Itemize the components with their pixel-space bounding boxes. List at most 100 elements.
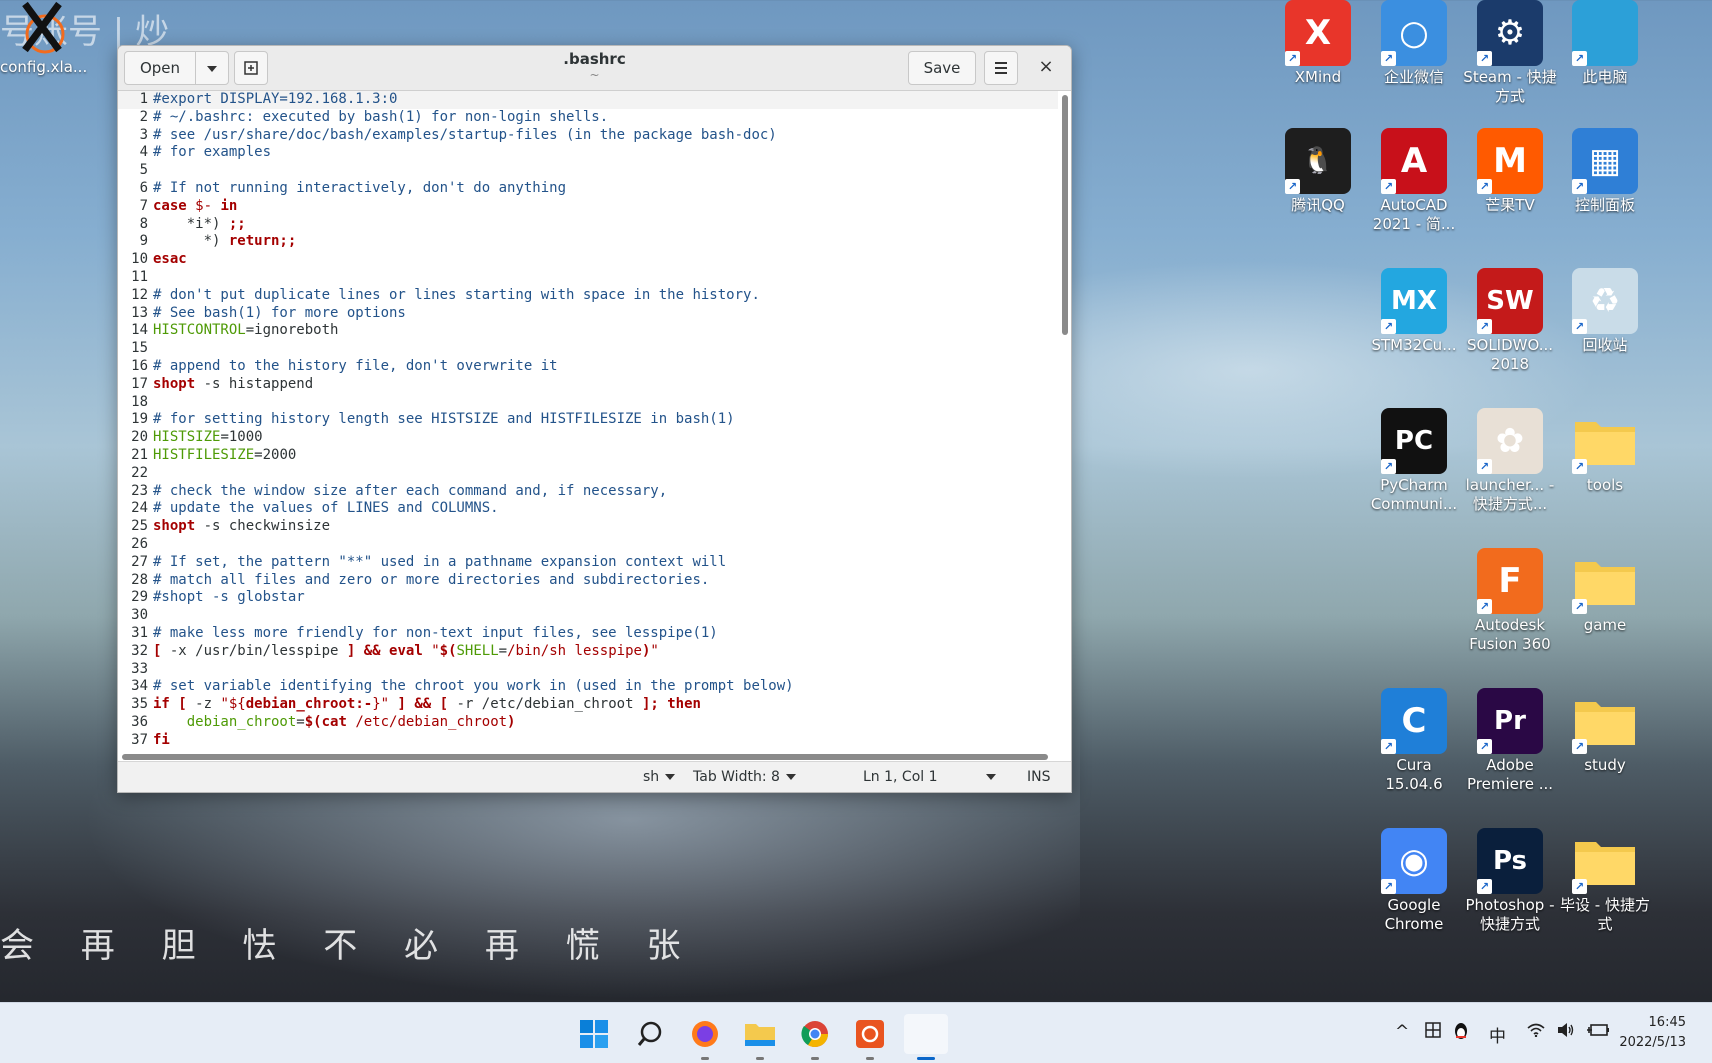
desktop-icon-qq-penguin[interactable]: 🐧 ↗ 腾讯QQ — [1270, 128, 1366, 215]
code-line[interactable]: 16 # append to the history file, don't ov… — [118, 358, 1058, 376]
horizontal-scrollbar[interactable] — [122, 754, 1048, 760]
desktop-icon-control-panel[interactable]: ▦ ↗ 控制面板 — [1557, 128, 1653, 215]
desktop-icon-folder[interactable]: ↗ tools — [1557, 408, 1653, 495]
code-line[interactable]: 2 # ~/.bashrc: executed by bash(1) for no… — [118, 109, 1058, 127]
code-line[interactable]: 14 HISTCONTROL=ignoreboth — [118, 322, 1058, 340]
desktop-icon-folder[interactable]: ↗ game — [1557, 548, 1653, 635]
taskbar-active-window[interactable] — [904, 1014, 948, 1060]
line-number: 11 — [131, 268, 148, 285]
desktop-icon-recycle-bin[interactable]: ♻ ↗ 回收站 — [1557, 268, 1653, 355]
desktop-icon-photoshop[interactable]: Ps ↗ Photoshop - 快捷方式 — [1462, 828, 1558, 934]
network-status[interactable] — [1527, 1022, 1545, 1042]
code-line[interactable]: 30 — [118, 607, 1058, 625]
code-line[interactable]: 11 — [118, 269, 1058, 287]
code-line[interactable]: 17 shopt -s histappend — [118, 376, 1058, 394]
desktop-icon-config-xlaunch[interactable]: config.xla... — [0, 0, 87, 76]
code-line[interactable]: 9 *) return;; — [118, 233, 1058, 251]
tray-overflow-chevron[interactable]: ^ — [1395, 1022, 1409, 1042]
tab-width-selector[interactable]: Tab Width: 8 — [693, 769, 796, 785]
desktop-icon-folder[interactable]: ↗ 毕设 - 快捷方式 — [1557, 828, 1653, 934]
desktop-icon-wecom[interactable]: ○ ↗ 企业微信 — [1366, 0, 1462, 87]
volume-control[interactable] — [1557, 1022, 1575, 1043]
save-button[interactable]: Save — [908, 51, 976, 85]
code-line[interactable]: 21 HISTFILESIZE=2000 — [118, 447, 1058, 465]
chevron-down-icon — [785, 774, 796, 780]
line-text: # ~/.bashrc: executed by bash(1) for non… — [153, 108, 609, 125]
code-line[interactable]: 19 # for setting history length see HISTS… — [118, 411, 1058, 429]
code-line[interactable]: 37 fi — [118, 732, 1058, 750]
desktop-icon-launcher[interactable]: ✿ ↗ launcher... - 快捷方式... — [1462, 408, 1558, 514]
desktop-icon-folder[interactable]: ↗ study — [1557, 688, 1653, 775]
code-line[interactable]: 31 # make less more friendly for non-text… — [118, 625, 1058, 643]
input-method-indicator[interactable]: 中 — [1489, 1022, 1506, 1047]
desktop-icon-autocad[interactable]: A ↗ AutoCAD 2021 - 简... — [1366, 128, 1462, 234]
code-line[interactable]: 32 [ -x /usr/bin/lesspipe ] && eval "$(SH… — [118, 643, 1058, 661]
code-line[interactable]: 4 # for examples — [118, 144, 1058, 162]
code-line[interactable]: 13 # See bash(1) for more options — [118, 305, 1058, 323]
code-line[interactable]: 1 #export DISPLAY=192.168.1.3:0 — [118, 91, 1058, 109]
desktop-icon-chrome[interactable]: ◉ ↗ Google Chrome — [1366, 828, 1462, 934]
code-line[interactable]: 5 — [118, 162, 1058, 180]
code-line[interactable]: 15 — [118, 340, 1058, 358]
code-line[interactable]: 36 debian_chroot=$(cat /etc/debian_chroo… — [118, 714, 1058, 732]
language-selector[interactable]: sh — [643, 769, 676, 785]
line-number: 37 — [131, 731, 148, 748]
desktop-icon-solidworks[interactable]: SW ↗ SOLIDWO... 2018 — [1462, 268, 1558, 374]
desktop-icon-label: PyCharm Communi... — [1370, 476, 1458, 513]
taskbar-firefox[interactable] — [685, 1014, 725, 1060]
code-line[interactable]: 22 — [118, 465, 1058, 483]
clock-time: 16:45 — [1648, 1015, 1686, 1030]
code-line[interactable]: 33 — [118, 661, 1058, 679]
line-number: 25 — [131, 518, 148, 535]
code-line[interactable]: 12 # don't put duplicate lines or lines s… — [118, 287, 1058, 305]
cursor-position-selector[interactable]: Ln 1, Col 1 — [863, 769, 996, 785]
code-line[interactable]: 28 # match all files and zero or more dir… — [118, 572, 1058, 590]
line-number: 12 — [131, 286, 148, 303]
code-line[interactable]: 8 *i*) ;; — [118, 216, 1058, 234]
line-text: HISTSIZE=1000 — [153, 429, 263, 446]
code-line[interactable]: 24 # update the values of LINES and COLUM… — [118, 500, 1058, 518]
code-line[interactable]: 6 # If not running interactively, don't d… — [118, 180, 1058, 198]
desktop-icon-xmind[interactable]: X ↗ XMind — [1270, 0, 1366, 87]
code-view[interactable]: 1 #export DISPLAY=192.168.1.3:0 2 # ~/.bash… — [118, 91, 1058, 792]
shortcut-arrow-icon: ↗ — [1381, 879, 1396, 894]
running-indicator — [701, 1057, 709, 1060]
search-button[interactable] — [630, 1014, 670, 1054]
code-line[interactable]: 25 shopt -s checkwinsize — [118, 518, 1058, 536]
desktop-icon-cura[interactable]: C ↗ Cura 15.04.6 — [1366, 688, 1462, 794]
code-line[interactable]: 23 # check the window size after each com… — [118, 483, 1058, 501]
code-line[interactable]: 27 # If set, the pattern "**" used in a p… — [118, 554, 1058, 572]
taskbar-file-explorer[interactable] — [740, 1014, 780, 1060]
tray-qq[interactable] — [1453, 1022, 1469, 1045]
code-line[interactable]: 20 HISTSIZE=1000 — [118, 429, 1058, 447]
taskbar-ubuntu[interactable] — [850, 1014, 890, 1060]
system-clock[interactable]: 16:45 2022/5/13 — [1619, 1013, 1686, 1053]
vertical-scrollbar[interactable] — [1062, 95, 1068, 335]
code-line[interactable]: 29 #shopt -s globstar — [118, 589, 1058, 607]
code-line[interactable]: 18 — [118, 394, 1058, 412]
code-line[interactable]: 3 # see /usr/share/doc/bash/examples/star… — [118, 127, 1058, 145]
desktop-icon-fusion360[interactable]: F ↗ Autodesk Fusion 360 — [1462, 548, 1558, 654]
desktop-icon-premiere[interactable]: Pr ↗ Adobe Premiere ... — [1462, 688, 1558, 794]
desktop-icon-mango-tv[interactable]: M ↗ 芒果TV — [1462, 128, 1558, 215]
line-number: 20 — [131, 429, 148, 446]
taskbar-chrome[interactable] — [795, 1014, 835, 1060]
tray-app-icon[interactable] — [1425, 1022, 1441, 1043]
code-line[interactable]: 7 case $- in — [118, 198, 1058, 216]
code-line[interactable]: 26 — [118, 536, 1058, 554]
desktop-icon-monitor[interactable]: ↗ 此电脑 — [1557, 0, 1653, 87]
desktop-icon-pycharm[interactable]: PC ↗ PyCharm Communi... — [1366, 408, 1462, 514]
line-number: 9 — [139, 233, 148, 250]
line-number: 18 — [131, 393, 148, 410]
desktop-icon-steam[interactable]: ⚙ ↗ Steam - 快捷方式 — [1462, 0, 1558, 106]
battery-status[interactable] — [1587, 1022, 1609, 1042]
hamburger-menu-button[interactable] — [984, 51, 1018, 85]
start-button[interactable] — [574, 1014, 614, 1054]
close-window-button[interactable]: × — [1033, 54, 1059, 80]
code-line[interactable]: 10 esac — [118, 251, 1058, 269]
desktop-icon-label: XMind — [1294, 68, 1342, 86]
code-line[interactable]: 35 if [ -z "${debian_chroot:-}" ] && [ -r… — [118, 696, 1058, 714]
code-line[interactable]: 34 # set variable identifying the chroot … — [118, 678, 1058, 696]
desktop-icon-stm32[interactable]: MX ↗ STM32Cu... — [1366, 268, 1462, 355]
line-text: # set variable identifying the chroot yo… — [153, 678, 794, 695]
